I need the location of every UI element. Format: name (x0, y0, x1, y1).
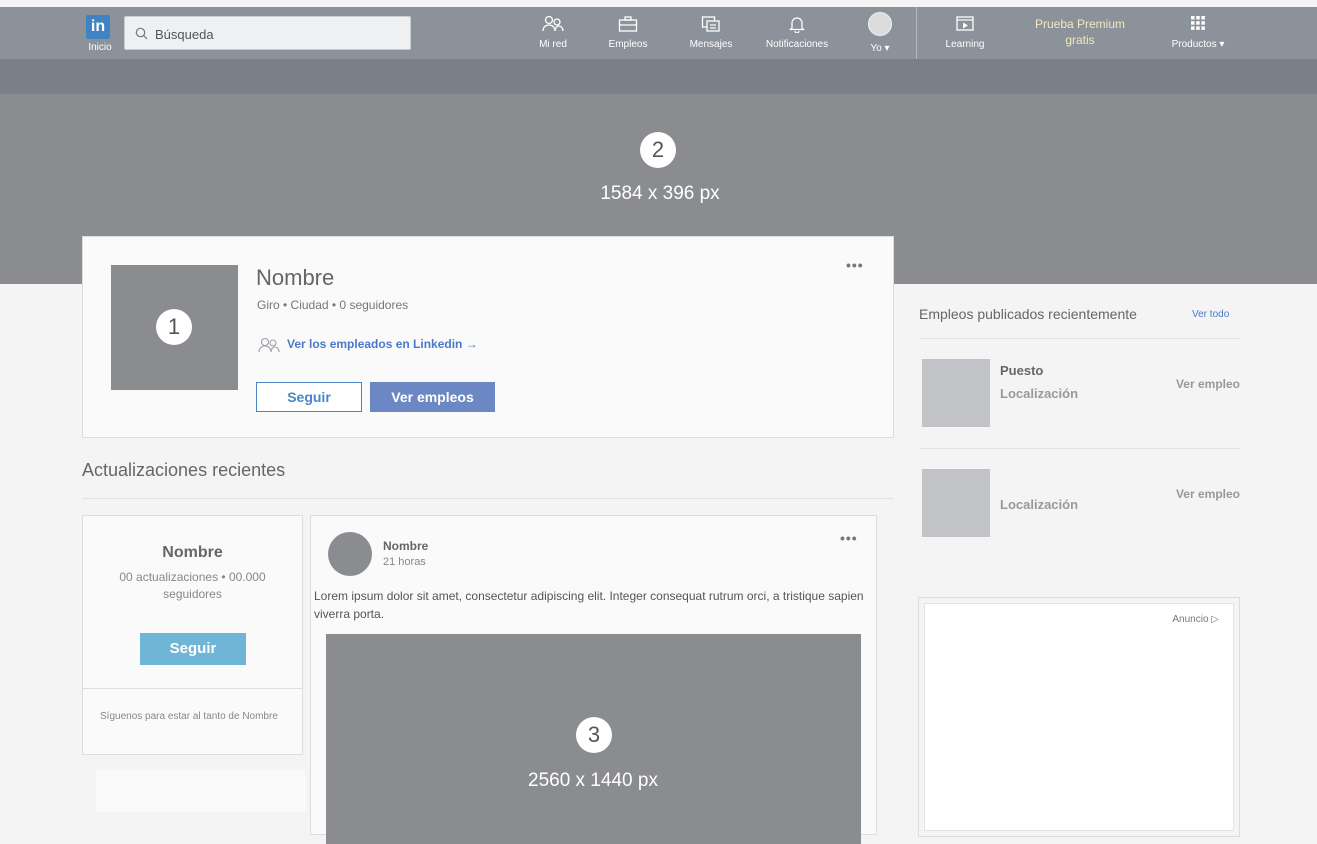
bell-icon (788, 17, 806, 33)
company-meta: Giro • Ciudad • 0 seguidores (257, 298, 409, 312)
follow-button[interactable]: Seguir (256, 382, 362, 412)
job-location: Localización (1000, 386, 1079, 401)
nav-label: Notificaciones (765, 39, 829, 50)
company-profile-card: 1 Nombre Giro • Ciudad • 0 seguidores Ve… (82, 236, 894, 438)
post-more-options-icon[interactable]: ••• (840, 530, 858, 546)
search-input[interactable] (153, 23, 393, 45)
follow-card-name: Nombre (162, 544, 223, 561)
job-location: Localización (1000, 497, 1079, 512)
company-name: Nombre (256, 265, 335, 290)
cover-number-badge: 2 (640, 132, 676, 168)
placeholder-card (96, 770, 306, 812)
grid-icon (1191, 16, 1205, 30)
more-options-icon[interactable]: ••• (846, 257, 864, 273)
nav-item-products[interactable]: Productos ▾ (1163, 13, 1233, 57)
post-text: Lorem ipsum dolor sit amet, consectetur … (314, 589, 864, 621)
post-image-number-badge: 3 (576, 717, 612, 753)
sidebar-divider (919, 448, 1240, 449)
nav-label: Learning (945, 39, 985, 50)
post-image-dimensions: 2560 x 1440 px (528, 770, 658, 791)
nav-label: Productos ▾ (1171, 39, 1225, 50)
avatar (868, 12, 892, 36)
job-thumbnail[interactable] (922, 469, 990, 537)
view-employees-link[interactable]: Ver los empleados en Linkedin → (257, 337, 478, 353)
sub-navigation-bar (0, 59, 1317, 94)
linkedin-logo-icon[interactable]: in (86, 15, 110, 39)
nav-item-jobs[interactable]: Empleos (601, 13, 655, 57)
sidebar-divider (919, 338, 1240, 339)
cover-dimensions: 1584 x 396 px (600, 183, 720, 204)
nav-label: Yo ▾ (870, 43, 890, 54)
follow-card-button[interactable]: Seguir (140, 633, 246, 665)
view-employees-label: Ver los empleados en Linkedin → (287, 337, 478, 352)
follow-company-card: Nombre 00 actualizaciones • 00.000 segui… (82, 515, 303, 755)
view-job-link[interactable]: Ver empleo (1140, 487, 1240, 501)
advertisement-slot[interactable]: Anuncio ▷ (924, 603, 1234, 831)
view-jobs-button[interactable]: Ver empleos (370, 382, 495, 412)
company-logo-placeholder: 1 (111, 265, 238, 390)
nav-home-label[interactable]: Inicio (80, 42, 120, 53)
nav-item-me[interactable]: Yo ▾ (860, 10, 900, 54)
follow-card-note: Síguenos para estar al tanto de Nombre (100, 711, 278, 722)
post-timestamp: 21 horas (383, 556, 426, 568)
section-divider (82, 498, 894, 499)
post-card: Nombre 21 horas ••• Lorem ipsum dolor si… (310, 515, 877, 844)
see-all-jobs-link[interactable]: Ver todo (1192, 309, 1229, 320)
post-image-placeholder[interactable]: 3 2560 x 1440 px (326, 634, 861, 844)
search-icon (135, 27, 148, 40)
top-nav-bar: in Inicio Mi red Empleos (0, 7, 1317, 59)
recent-updates-title: Actualizaciones recientes (82, 460, 286, 480)
premium-line-1: Prueba Premium (1034, 17, 1126, 31)
nav-label: Mensajes (689, 39, 733, 50)
nav-label: Mi red (539, 39, 567, 50)
job-title[interactable]: Puesto (1000, 363, 1043, 378)
job-thumbnail[interactable] (922, 359, 990, 427)
logo-number-badge: 1 (156, 309, 192, 345)
briefcase-icon (618, 16, 638, 32)
network-icon (542, 15, 564, 32)
learning-icon (956, 16, 974, 31)
people-icon (258, 337, 280, 353)
follow-card-stats: 00 actualizaciones • 00.000 seguidores (119, 570, 266, 601)
nav-item-my-network[interactable]: Mi red (530, 13, 576, 57)
nav-item-messages[interactable]: Mensajes (684, 13, 738, 57)
search-box[interactable] (124, 16, 411, 50)
nav-item-notifications[interactable]: Notificaciones (752, 13, 842, 57)
ad-label: Anuncio ▷ (1172, 614, 1219, 625)
view-job-link[interactable]: Ver empleo (1140, 377, 1240, 391)
premium-line-2: gratis (1065, 33, 1095, 47)
messages-icon (701, 16, 720, 32)
premium-trial-link[interactable]: Prueba Premium gratis (1020, 16, 1140, 48)
advertisement-box: Anuncio ▷ (918, 597, 1240, 837)
post-author-name[interactable]: Nombre (383, 539, 428, 553)
recent-jobs-title: Empleos publicados recientemente (919, 306, 1137, 322)
follow-card-divider (83, 688, 302, 689)
nav-label: Empleos (608, 39, 648, 50)
post-author-avatar[interactable] (328, 532, 372, 576)
nav-divider (916, 7, 917, 59)
nav-item-learning[interactable]: Learning (935, 13, 995, 57)
